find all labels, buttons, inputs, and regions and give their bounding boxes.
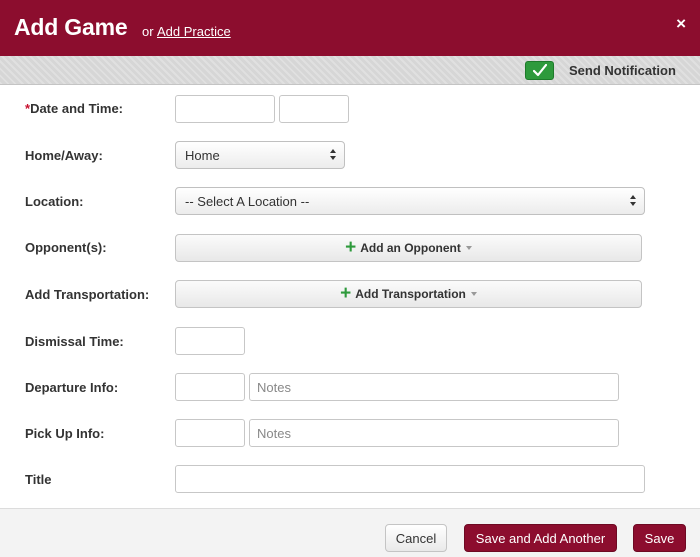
dismissal-time-label: Dismissal Time: — [25, 334, 124, 349]
home-away-label: Home/Away: — [25, 148, 103, 163]
save-button[interactable]: Save — [633, 524, 686, 552]
transportation-label: Add Transportation: — [25, 287, 150, 302]
or-text: or — [142, 24, 154, 39]
opponents-label: Opponent(s): — [25, 240, 107, 255]
date-input[interactable] — [175, 95, 275, 123]
add-practice-link[interactable]: Add Practice — [157, 24, 231, 39]
location-select[interactable]: -- Select A Location -- — [175, 187, 645, 215]
location-label: Location: — [25, 194, 84, 209]
pickup-info-label: Pick Up Info: — [25, 426, 105, 441]
add-opponent-label: Add an Opponent — [360, 241, 461, 255]
pickup-time-input[interactable] — [175, 419, 245, 447]
save-and-add-another-button[interactable]: Save and Add Another — [464, 524, 617, 552]
cancel-button[interactable]: Cancel — [385, 524, 447, 552]
send-notification-label: Send Notification — [569, 63, 676, 78]
checkmark-icon — [533, 64, 547, 77]
add-transportation-label: Add Transportation — [355, 287, 466, 301]
modal-header: Add Game or Add Practice × — [0, 0, 700, 56]
departure-notes-input[interactable] — [249, 373, 619, 401]
caret-down-icon — [470, 292, 477, 296]
location-value: -- Select A Location -- — [185, 194, 310, 209]
modal-footer: Cancel Save and Add Another Save — [0, 508, 700, 557]
close-icon[interactable]: × — [676, 14, 686, 34]
plus-icon: + — [340, 283, 352, 304]
send-notification-checkbox[interactable] — [525, 61, 554, 80]
title-input[interactable] — [175, 465, 645, 493]
caret-down-icon — [465, 246, 472, 250]
plus-icon: + — [345, 237, 357, 258]
pickup-notes-input[interactable] — [249, 419, 619, 447]
time-input[interactable] — [279, 95, 349, 123]
departure-time-input[interactable] — [175, 373, 245, 401]
select-arrows-icon — [630, 195, 637, 207]
add-transportation-button[interactable]: + Add Transportation — [175, 280, 642, 308]
notification-bar: Send Notification — [0, 56, 700, 85]
home-away-select[interactable]: Home — [175, 141, 345, 169]
date-time-label: *Date and Time: — [25, 101, 124, 116]
select-arrows-icon — [330, 149, 337, 161]
dismissal-time-input[interactable] — [175, 327, 245, 355]
title-label: Title — [25, 472, 52, 487]
add-opponent-button[interactable]: + Add an Opponent — [175, 234, 642, 262]
modal-title: Add Game — [14, 14, 128, 40]
home-away-value: Home — [185, 148, 220, 163]
departure-info-label: Departure Info: — [25, 380, 119, 395]
